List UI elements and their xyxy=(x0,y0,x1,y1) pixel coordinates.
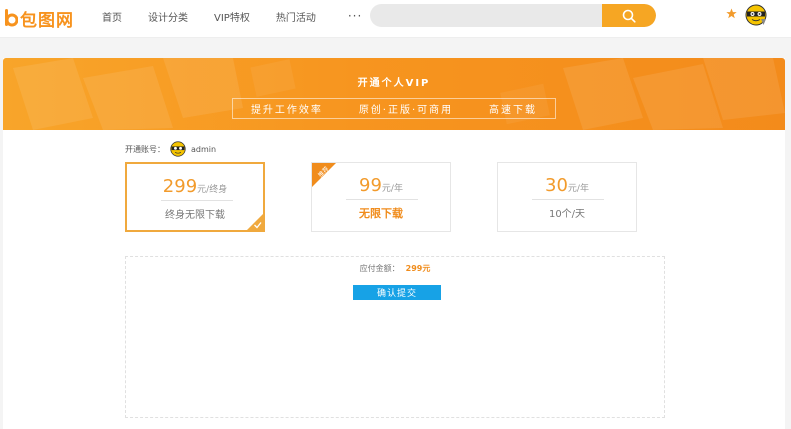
plan-description: 10个/天 xyxy=(548,209,586,220)
feature-original: 原创·正版·可商用 xyxy=(358,105,454,116)
nav-item-vip-privileges[interactable]: VIP特权 xyxy=(214,9,250,24)
user-avatar[interactable] xyxy=(745,4,767,26)
plan-yearly-limited[interactable]: 30元/年 10个/天 xyxy=(497,162,637,232)
price-unit: 元/终身 xyxy=(197,185,228,195)
nav-item-home[interactable]: 首页 xyxy=(102,9,122,24)
feature-efficiency: 提升工作效率 xyxy=(250,105,323,116)
divider xyxy=(532,199,604,200)
account-label: 开通账号： xyxy=(125,144,165,154)
price-unit: 元/年 xyxy=(567,184,589,194)
main-nav: 首页 设计分类 VIP特权 热门活动 ··· xyxy=(102,0,362,32)
plan-price: 30元/年 xyxy=(498,175,636,196)
vip-panel: 开通个人VIP 提升工作效率 原创·正版·可商用 高速下载 开通账号： admi… xyxy=(3,58,785,429)
logo-text: 包图网 xyxy=(20,10,74,31)
account-row: 开通账号： admin xyxy=(125,141,216,157)
plan-price: 99元/年 xyxy=(312,175,450,196)
nav-item-hot-events[interactable]: 热门活动 xyxy=(276,9,316,24)
payment-amount: 299元 xyxy=(405,264,431,273)
banner-pattern-icon xyxy=(13,58,785,130)
top-bar: 包图网 首页 设计分类 VIP特权 热门活动 ··· xyxy=(0,0,791,38)
plan-price: 299元/终身 xyxy=(127,176,263,197)
payment-area: 应付金额： 299元 确认提交 xyxy=(125,256,665,418)
search-input[interactable] xyxy=(370,4,602,27)
nav-item-design-categories[interactable]: 设计分类 xyxy=(148,9,188,24)
plan-description: 无限下载 xyxy=(359,207,403,220)
search-bar xyxy=(370,4,656,27)
divider xyxy=(346,199,418,200)
price-value: 299 xyxy=(162,176,198,197)
check-icon xyxy=(247,214,263,230)
more-menu-icon[interactable]: ··· xyxy=(348,9,362,23)
account-username: admin xyxy=(191,144,217,154)
page: 包图网 首页 设计分类 VIP特权 热门活动 ··· 开通个人VIP 提升工作效… xyxy=(0,0,791,429)
vip-banner: 开通个人VIP 提升工作效率 原创·正版·可商用 高速下载 xyxy=(3,58,785,130)
divider xyxy=(161,200,233,201)
feature-fast-download: 高速下载 xyxy=(489,105,538,116)
price-value: 30 xyxy=(545,175,568,196)
logo-icon xyxy=(5,9,18,27)
plan-yearly-unlimited[interactable]: 推荐 99元/年 无限下载 xyxy=(311,162,451,232)
payment-amount-row: 应付金额： 299元 xyxy=(126,263,664,274)
price-value: 99 xyxy=(359,175,382,196)
banner-features: 提升工作效率 原创·正版·可商用 高速下载 xyxy=(232,98,556,119)
payment-label: 应付金额： xyxy=(359,264,400,273)
site-logo[interactable]: 包图网 xyxy=(4,6,74,31)
plan-description: 终身无限下载 xyxy=(165,210,225,221)
plan-lifetime[interactable]: 299元/终身 终身无限下载 xyxy=(125,162,265,232)
banner-title: 开通个人VIP xyxy=(357,78,431,89)
price-unit: 元/年 xyxy=(381,184,403,194)
account-avatar xyxy=(170,141,186,157)
confirm-submit-button[interactable]: 确认提交 xyxy=(353,285,441,300)
search-icon xyxy=(622,9,636,23)
search-button[interactable] xyxy=(602,4,656,27)
star-icon[interactable] xyxy=(726,8,737,19)
